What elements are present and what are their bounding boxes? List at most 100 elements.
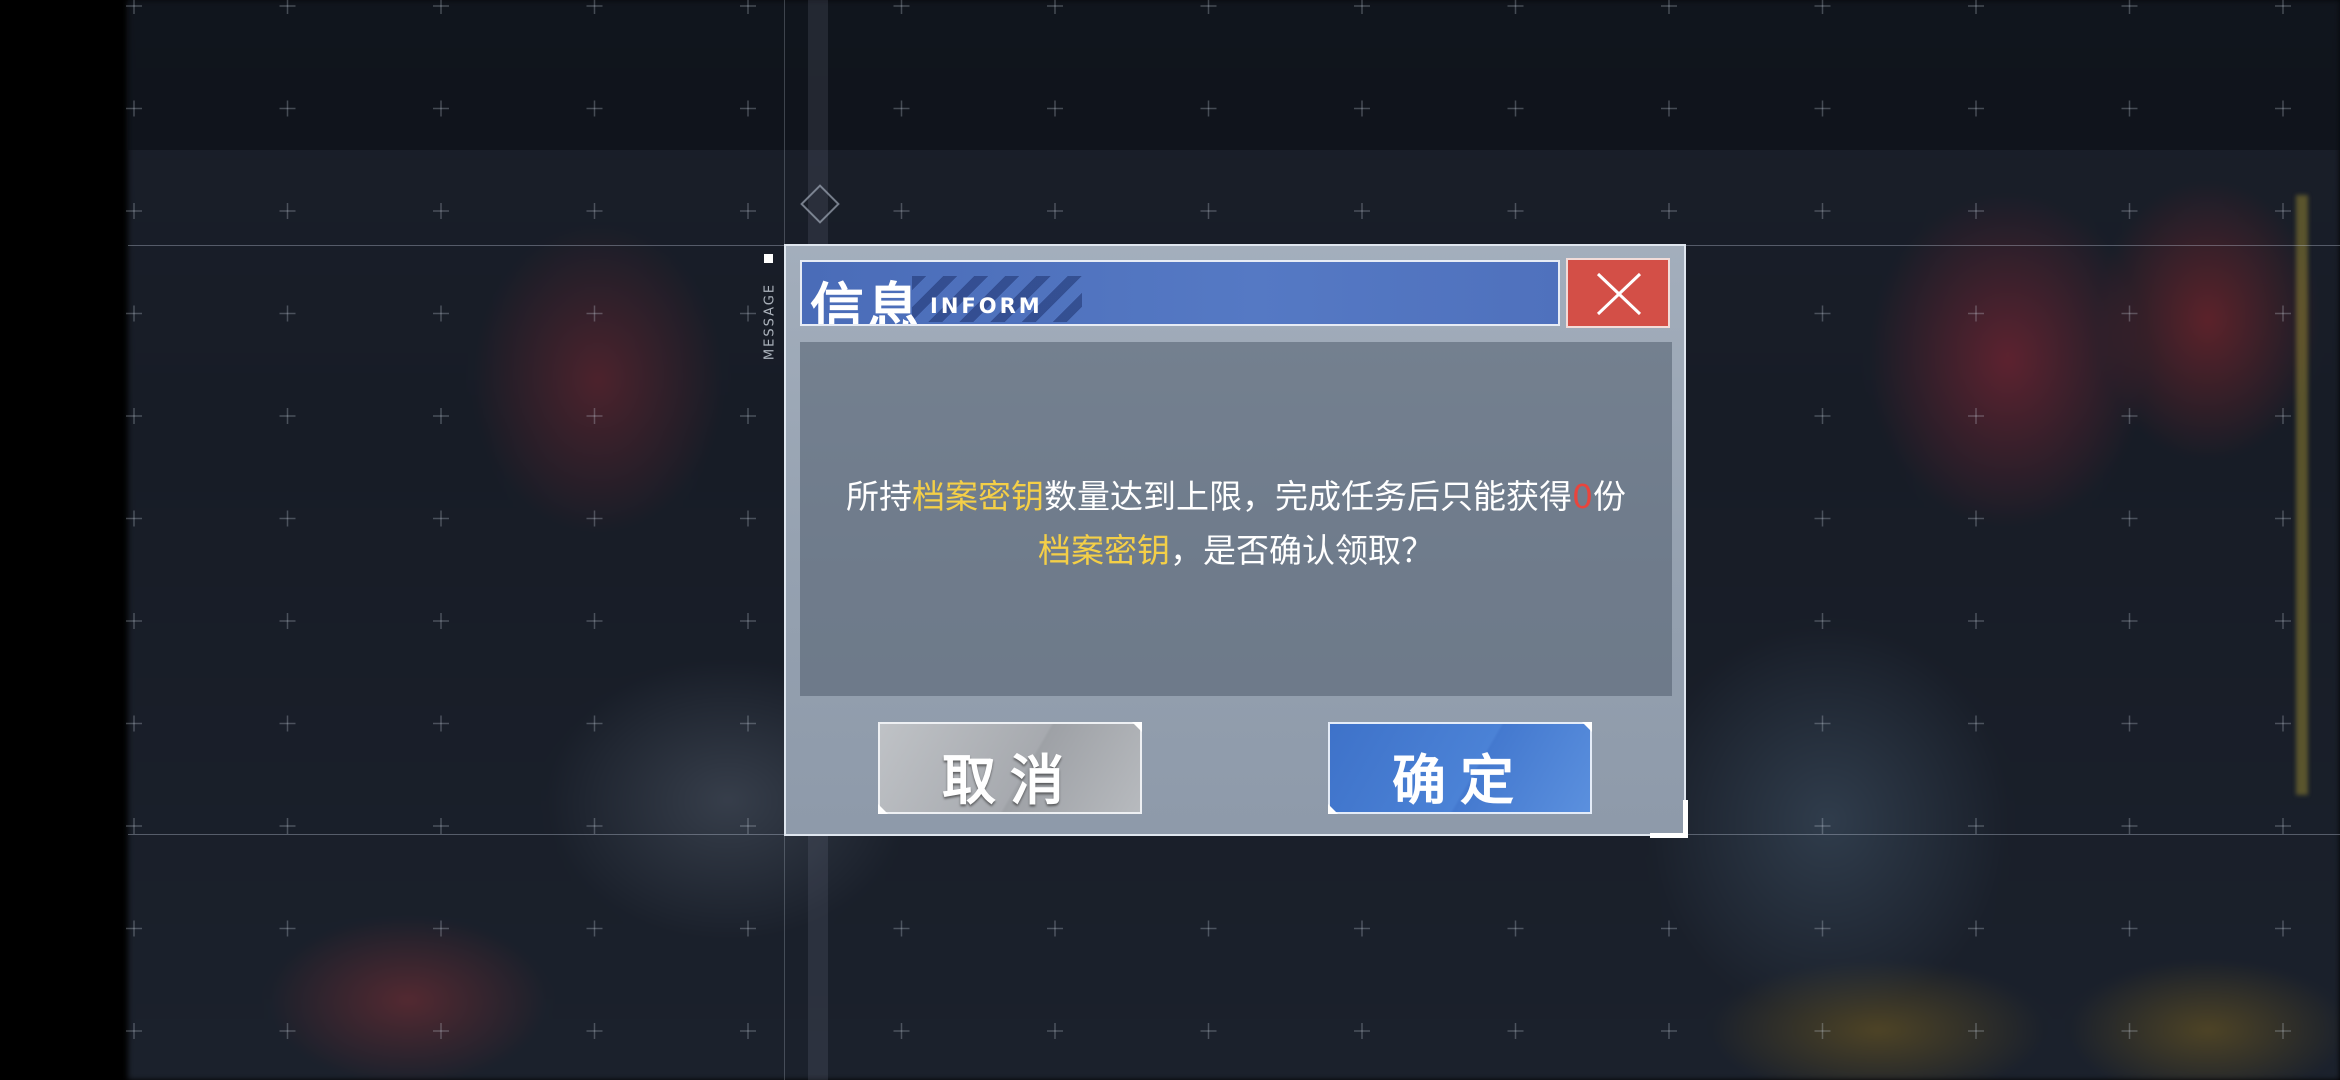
grid-cross-mark <box>2275 920 2291 937</box>
corner-mark <box>1582 722 1592 732</box>
grid-cross-mark <box>1507 100 1524 117</box>
grid-cross-mark <box>893 0 910 14</box>
grid-cross-mark <box>433 203 449 219</box>
grid-cross-mark <box>740 0 756 14</box>
grid-cross-mark <box>1047 1023 1063 1039</box>
grid-cross-mark <box>279 818 296 834</box>
grid-cross-mark <box>1200 203 1217 219</box>
grid-cross-mark <box>586 818 603 834</box>
grid-cross-mark <box>1200 100 1217 117</box>
grid-cross-mark <box>2275 613 2291 629</box>
grid-cross-mark <box>2275 715 2291 732</box>
grid-cross-mark <box>740 1023 756 1039</box>
grid-cross-mark <box>1814 0 1831 14</box>
grid-cross-mark <box>2275 408 2291 424</box>
grid-cross-mark <box>740 408 756 424</box>
grid-cross-mark <box>586 510 603 527</box>
grid-cross-mark <box>1354 920 1370 937</box>
cancel-button-label: 取消 <box>942 748 1078 812</box>
grid-cross-mark <box>893 1023 910 1039</box>
grid-cross-mark <box>1968 305 1984 322</box>
grid-cross-mark <box>1968 203 1984 219</box>
grid-cross-mark <box>740 305 756 322</box>
corner-mark <box>1132 722 1142 732</box>
grid-cross-mark <box>586 408 603 424</box>
grid-cross-mark <box>893 203 910 219</box>
cancel-button[interactable]: 取消 <box>878 722 1142 814</box>
grid-cross-mark <box>279 408 296 424</box>
grid-cross-mark <box>586 100 603 117</box>
confirm-button[interactable]: 确定 <box>1328 722 1592 814</box>
grid-cross-mark <box>433 818 449 834</box>
grid-cross-mark <box>1200 0 1217 14</box>
message-part: 份 <box>1593 477 1626 516</box>
grid-cross-mark <box>126 408 142 424</box>
grid-cross-mark <box>586 920 603 937</box>
grid-cross-mark <box>586 613 603 629</box>
info-dialog: 信息 INFORM 所持档案密钥数量达到上限，完成任务后只能获得0份 档案密钥，是… <box>784 244 1686 836</box>
grid-cross-mark <box>740 100 756 117</box>
grid-cross-mark <box>126 100 142 117</box>
corner-mark <box>1328 804 1338 814</box>
grid-cross-mark <box>1047 203 1063 219</box>
grid-cross-mark <box>126 0 142 14</box>
grid-cross-mark <box>1814 1023 1831 1039</box>
grid-cross-mark <box>1814 818 1831 834</box>
grid-cross-mark <box>2121 818 2138 834</box>
grid-cross-mark <box>126 818 142 834</box>
grid-cross-mark <box>1814 203 1831 219</box>
grid-cross-mark <box>126 203 142 219</box>
grid-cross-mark <box>2121 100 2138 117</box>
grid-cross-mark <box>1814 715 1831 732</box>
grid-cross-mark <box>586 0 603 14</box>
item-name-highlight: 档案密钥 <box>912 477 1044 516</box>
grid-cross-mark <box>1507 1023 1524 1039</box>
grid-cross-mark <box>740 715 756 732</box>
grid-cross-mark <box>893 100 910 117</box>
close-button[interactable] <box>1566 258 1670 328</box>
grid-cross-mark <box>586 203 603 219</box>
grid-cross-mark <box>1814 408 1831 424</box>
grid-cross-mark <box>2121 305 2138 322</box>
grid-cross-mark <box>2275 510 2291 527</box>
dialog-title-bar: 信息 INFORM <box>800 260 1560 326</box>
grid-cross-mark <box>1968 100 1984 117</box>
grid-cross-mark <box>1354 0 1370 14</box>
grid-cross-mark <box>1968 715 1984 732</box>
grid-cross-mark <box>2275 100 2291 117</box>
grid-cross-mark <box>279 613 296 629</box>
grid-cross-mark <box>1200 1023 1217 1039</box>
item-name-highlight: 档案密钥 <box>1038 531 1170 570</box>
grid-cross-mark <box>433 0 449 14</box>
grid-cross-mark <box>126 920 142 937</box>
grid-cross-mark <box>586 715 603 732</box>
grid-cross-mark <box>126 510 142 527</box>
grid-cross-mark <box>1354 100 1370 117</box>
grid-cross-mark <box>2275 0 2291 14</box>
grid-cross-mark <box>279 203 296 219</box>
dialog-corner-bracket <box>1650 800 1688 838</box>
grid-cross-mark <box>279 715 296 732</box>
grid-cross-mark <box>740 818 756 834</box>
grid-cross-mark <box>279 305 296 322</box>
grid-cross-mark <box>2275 818 2291 834</box>
grid-cross-mark <box>279 0 296 14</box>
grid-cross-mark <box>893 920 910 937</box>
grid-cross-mark <box>279 920 296 937</box>
grid-cross-mark <box>126 715 142 732</box>
grid-cross-mark <box>1661 920 1677 937</box>
message-tag-text: MESSAGE <box>762 282 778 361</box>
grid-cross-mark <box>2275 305 2291 322</box>
grid-cross-mark <box>433 920 449 937</box>
grid-cross-mark <box>740 920 756 937</box>
grid-cross-mark <box>1814 510 1831 527</box>
grid-cross-mark <box>1814 613 1831 629</box>
grid-cross-mark <box>1507 203 1524 219</box>
grid-cross-mark <box>1968 613 1984 629</box>
message-side-tag: MESSAGE <box>760 254 778 364</box>
grid-cross-mark <box>1507 0 1524 14</box>
grid-cross-mark <box>2275 203 2291 219</box>
grid-cross-mark <box>126 1023 142 1039</box>
grid-cross-mark <box>2121 613 2138 629</box>
grid-cross-mark <box>433 305 449 322</box>
